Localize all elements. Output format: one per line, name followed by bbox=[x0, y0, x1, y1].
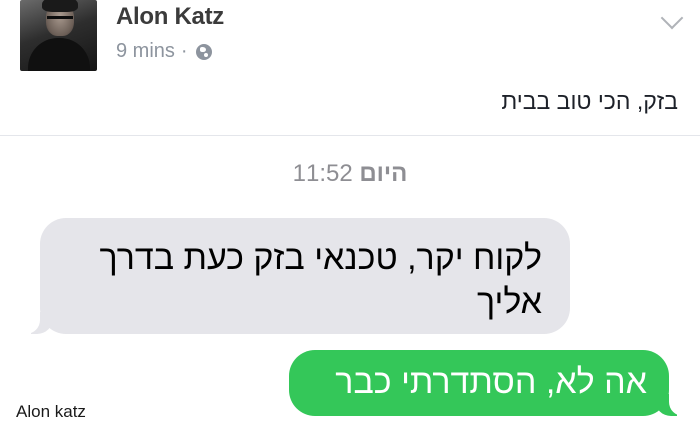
facebook-post-header: Alon Katz 9 mins · בזק, הכי טוב בבית bbox=[0, 0, 700, 136]
outgoing-message-bubble: אה לא, הסתדרתי כבר bbox=[289, 350, 685, 416]
timestamp-day: היום bbox=[359, 160, 408, 187]
incoming-message-text: לקוח יקר, טכנאי בזק כעת בדרך אליך bbox=[99, 239, 542, 321]
post-timestamp[interactable]: 9 mins bbox=[116, 40, 175, 63]
post-text: בזק, הכי טוב בבית bbox=[501, 88, 678, 114]
avatar-hair-shape bbox=[42, 0, 78, 12]
avatar-body-shape bbox=[28, 38, 90, 71]
author-avatar[interactable] bbox=[20, 0, 97, 71]
meta-separator: · bbox=[180, 40, 188, 62]
watermark: Alon katz bbox=[16, 402, 86, 421]
timestamp-time: 11:52 bbox=[292, 160, 353, 187]
sms-screenshot: היום 11:52 לקוח יקר, טכנאי בזק כעת בדרך … bbox=[0, 136, 700, 426]
author-name[interactable]: Alon Katz bbox=[116, 3, 224, 31]
globe-icon[interactable] bbox=[195, 43, 212, 60]
outgoing-message-text: אה לא, הסתדרתי כבר bbox=[335, 363, 647, 401]
incoming-message-bubble: לקוח יקר, טכנאי בזק כעת בדרך אליך bbox=[24, 218, 570, 334]
post-meta: 9 mins · bbox=[116, 40, 212, 63]
avatar-glasses-shape bbox=[47, 16, 73, 25]
chevron-down-icon[interactable] bbox=[660, 6, 684, 30]
conversation-timestamp: היום 11:52 bbox=[0, 160, 700, 188]
